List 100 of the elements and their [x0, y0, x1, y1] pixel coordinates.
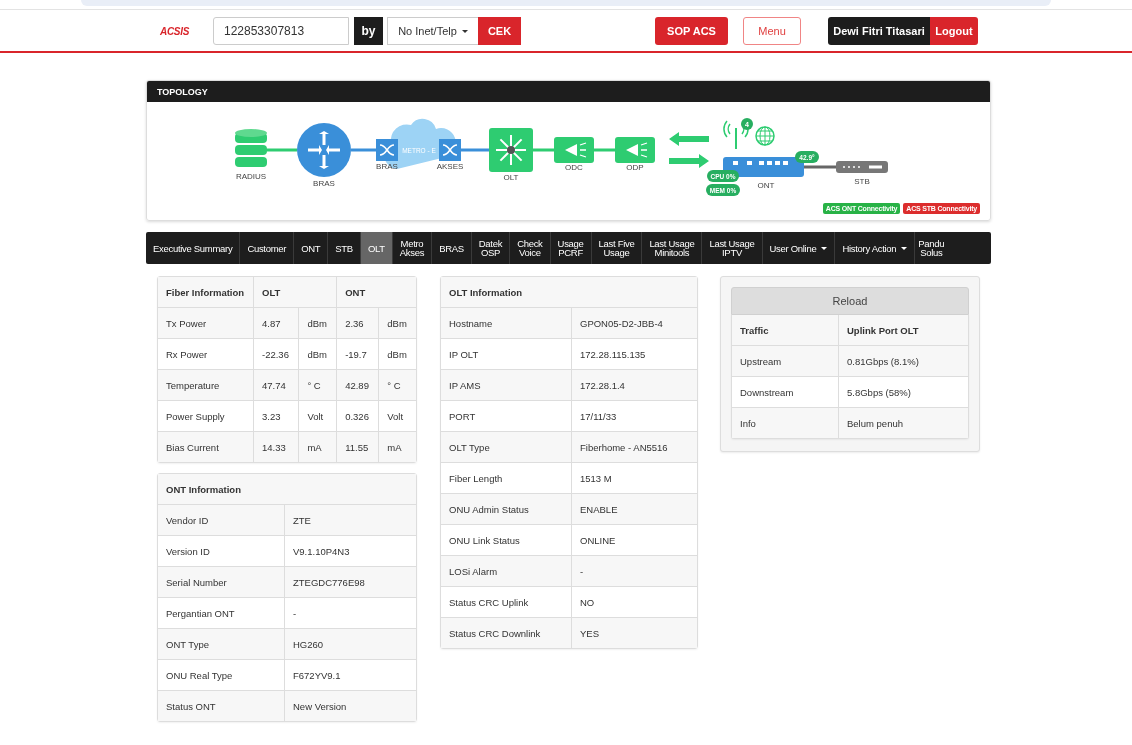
nav-tab[interactable]: Metro Akses — [392, 232, 433, 264]
splitter-icon — [554, 137, 594, 163]
table-cell: ONU Link Status — [441, 525, 572, 556]
table-cell: Volt — [379, 401, 416, 432]
olt-icon — [489, 128, 533, 172]
table-cell: ONT Type — [158, 629, 285, 660]
nav-tab[interactable]: Last Usage IPTV — [702, 232, 763, 264]
connector-line — [533, 148, 554, 152]
caret-icon — [461, 29, 468, 33]
table-cell: dBm — [379, 339, 416, 370]
nav-tab[interactable]: Pandu Solus — [915, 232, 948, 264]
nav-tab[interactable]: Datek OSP — [471, 232, 511, 264]
table-cell: V9.1.10P4N3 — [285, 536, 416, 567]
nav-tab[interactable]: Last Five Usage — [591, 232, 643, 264]
sop-button[interactable]: SOP ACS — [655, 17, 728, 45]
arrows-icon — [669, 132, 709, 168]
table-cell: dBm — [299, 308, 338, 339]
search-by-dropdown[interactable]: No Inet/Telp — [387, 17, 478, 45]
nav-tab[interactable]: Executive Summary — [146, 232, 241, 264]
table-cell: YES — [572, 618, 697, 648]
logout-button[interactable]: Logout — [930, 17, 978, 45]
node-label: BRAS — [376, 162, 398, 171]
table-cell: - — [572, 556, 697, 587]
node-label: AKSES — [436, 162, 464, 171]
nav-tab[interactable]: ONT — [294, 232, 329, 264]
nav-tab[interactable]: History Action — [835, 232, 916, 264]
connector-line — [804, 165, 836, 169]
table-header: OLT — [254, 277, 338, 308]
table-cell: IP OLT — [441, 339, 572, 370]
table-cell: ONU Admin Status — [441, 494, 572, 525]
table-cell: LOSi Alarm — [441, 556, 572, 587]
connector-line — [351, 148, 376, 152]
table-cell: Bias Current — [158, 432, 254, 462]
table-cell: 4.87 — [254, 308, 300, 339]
table-header: OLT Information — [441, 277, 697, 308]
user-button[interactable]: Dewi Fitri Titasari — [828, 17, 930, 45]
table-cell: IP AMS — [441, 370, 572, 401]
table-cell: Belum penuh — [839, 408, 968, 438]
search-field[interactable]: 122853307813 — [213, 17, 349, 45]
table-cell: Power Supply — [158, 401, 254, 432]
table-cell: Serial Number — [158, 567, 285, 598]
table-cell: Status CRC Downlink — [441, 618, 572, 648]
table-cell: F672YV9.1 — [285, 660, 416, 691]
table-cell: New Version — [285, 691, 416, 721]
table-header: Uplink Port OLT — [839, 315, 968, 346]
table-cell: ZTE — [285, 505, 416, 536]
node-label: ODC — [565, 163, 583, 172]
table-header: Traffic — [732, 315, 839, 346]
set-top-box-icon — [836, 161, 888, 173]
check-button[interactable]: CEK — [478, 17, 521, 45]
table-cell: GPON05-D2-JBB-4 — [572, 308, 697, 339]
nav-tab[interactable]: Last Usage Minitools — [642, 232, 703, 264]
logo[interactable]: ACSIS — [160, 25, 213, 37]
wifi-icon — [723, 120, 749, 150]
nav-tab[interactable]: Usage PCRF — [550, 232, 592, 264]
table-cell: OLT Type — [441, 432, 572, 463]
table-cell: ONLINE — [572, 525, 697, 556]
table-cell: Rx Power — [158, 339, 254, 370]
nav-tab[interactable]: STB — [328, 232, 361, 264]
table-cell: 17/11/33 — [572, 401, 697, 432]
nav-tab[interactable]: OLT — [360, 232, 393, 264]
connector-line — [594, 148, 615, 152]
table-header: Fiber Information — [158, 277, 254, 308]
switch-icon — [376, 139, 398, 161]
table-cell: Version ID — [158, 536, 285, 567]
table-cell: 5.8Gbps (58%) — [839, 377, 968, 408]
router-icon — [297, 123, 351, 177]
table-cell: Tx Power — [158, 308, 254, 339]
splitter-icon — [615, 137, 655, 163]
table-cell: - — [285, 598, 416, 629]
caret-icon — [821, 246, 828, 250]
database-icon — [235, 129, 267, 167]
table-cell: Hostname — [441, 308, 572, 339]
table-cell: Info — [732, 408, 839, 438]
table-cell: Downstream — [732, 377, 839, 408]
table-cell: 14.33 — [254, 432, 300, 462]
table-cell: 172.28.1.4 — [572, 370, 697, 401]
table-cell: Fiber Length — [441, 463, 572, 494]
table-cell: 1513 M — [572, 463, 697, 494]
table-cell: 11.55 — [337, 432, 380, 462]
menu-button[interactable]: Menu — [743, 17, 801, 45]
table-cell: ENABLE — [572, 494, 697, 525]
table-cell: Volt — [299, 401, 338, 432]
table-cell: 42.89 — [337, 370, 380, 401]
node-label: STB — [854, 177, 870, 186]
node-label: OLT — [503, 173, 519, 182]
table-cell: 0.81Gbps (8.1%) — [839, 346, 968, 377]
table-cell: Upstream — [732, 346, 839, 377]
nav-tab[interactable]: User Online — [762, 232, 836, 264]
reload-button[interactable]: Reload — [731, 287, 969, 315]
table-cell: Temperature — [158, 370, 254, 401]
node-label: RADIUS — [235, 172, 267, 181]
table-cell: mA — [379, 432, 416, 462]
nav-tab[interactable]: Customer — [240, 232, 295, 264]
table-cell: Fiberhome - AN5516 — [572, 432, 697, 463]
table-cell: dBm — [379, 308, 416, 339]
globe-icon — [755, 126, 775, 146]
table-cell: ONU Real Type — [158, 660, 285, 691]
nav-tab[interactable]: Check Voice — [510, 232, 551, 264]
nav-tab[interactable]: BRAS — [432, 232, 472, 264]
